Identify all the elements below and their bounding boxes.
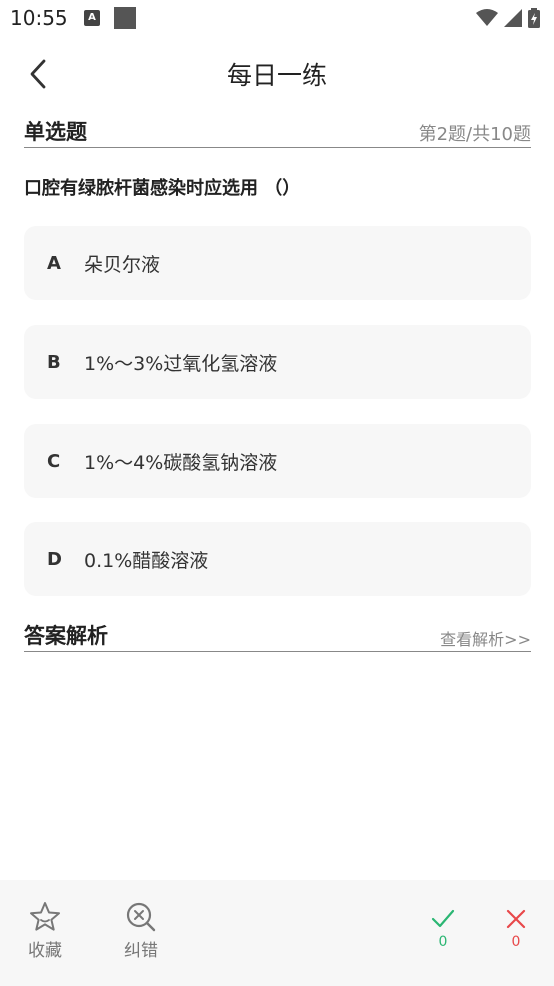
option-letter: D (47, 548, 62, 570)
status-icons (476, 8, 540, 28)
option-b[interactable]: B 1%～3%过氧化氢溶液 (24, 325, 531, 399)
wrong-count-value: 0 (511, 934, 521, 950)
option-text: 朵贝尔液 (84, 253, 161, 276)
correct-error-button[interactable]: 纠错 (123, 900, 159, 961)
option-letter: C (47, 450, 61, 472)
option-text: 1%～4%碳酸氢钠溶液 (84, 451, 278, 474)
status-time: 10:55 (10, 6, 68, 30)
star-icon (30, 902, 60, 931)
option-d[interactable]: D 0.1%醋酸溶液 (24, 522, 531, 596)
battery-icon (528, 8, 540, 28)
question-text: 口腔有绿脓杆菌感染时应选用 （） (24, 178, 301, 199)
wifi-icon (476, 9, 498, 26)
favorite-button[interactable]: 收藏 (28, 900, 62, 961)
answer-section-header: 答案解析 查看解析>> (24, 620, 531, 652)
option-text: 0.1%醋酸溶液 (84, 549, 209, 572)
option-letter: A (47, 252, 61, 274)
notification-a-icon: A (84, 10, 100, 26)
option-text: 1%～3%过氧化氢溶液 (84, 352, 278, 375)
option-letter: B (47, 351, 61, 373)
signal-icon (504, 9, 522, 27)
question-type-title: 单选题 (24, 120, 87, 144)
option-a[interactable]: A 朵贝尔液 (24, 226, 531, 300)
question-section-header: 单选题 第2题/共10题 (24, 116, 531, 148)
question-progress: 第2题/共10题 (418, 124, 531, 145)
view-analysis-link[interactable]: 查看解析>> (440, 626, 531, 650)
wrong-count: 0 (505, 908, 527, 950)
correct-count: 0 (431, 908, 455, 950)
favorite-label: 收藏 (28, 941, 62, 961)
check-icon (431, 909, 455, 928)
page-title: 每日一练 (226, 61, 327, 90)
magnifier-x-icon (126, 902, 156, 932)
correct-count-value: 0 (438, 934, 448, 950)
correct-error-label: 纠错 (124, 941, 158, 961)
cross-icon (506, 909, 526, 929)
notification-square-icon (114, 7, 136, 29)
answer-analysis-title: 答案解析 (24, 624, 108, 648)
screen: 10:55 A 每日一练 单选题 第2题/共10题 口腔有绿脓杆菌感染时应选用 … (0, 0, 554, 986)
option-c[interactable]: C 1%～4%碳酸氢钠溶液 (24, 424, 531, 498)
header: 每日一练 (0, 44, 554, 104)
status-bar: 10:55 A (0, 0, 554, 38)
bottom-toolbar: 收藏 纠错 0 0 (0, 880, 554, 986)
